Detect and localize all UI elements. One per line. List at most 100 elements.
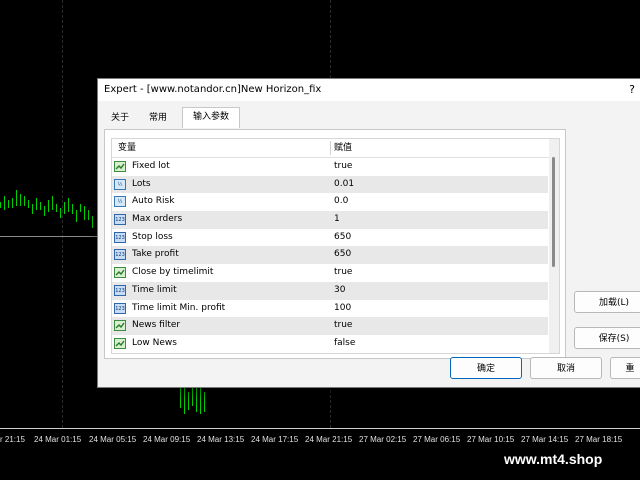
param-value[interactable]: true [334,264,352,282]
candle-bar [84,206,85,220]
candle-bar [80,204,81,212]
param-value[interactable]: 0.01 [334,176,354,194]
param-value[interactable]: true [334,317,352,335]
time-tick: 27 Mar 02:15 [359,435,407,444]
param-name: Stop loss [132,231,173,242]
param-row[interactable]: 123 Time limit 30 [112,281,548,300]
candle-bar [20,194,21,206]
param-row[interactable]: Low News false [112,335,548,353]
dialog-title: Expert - [www.notandor.cn]New Horizon_fi… [104,84,322,95]
column-value[interactable]: 赋值 [334,139,352,157]
param-value[interactable]: 650 [334,246,351,264]
candle-bar [196,388,197,412]
candle-bar [204,392,205,412]
bool-type-icon [114,161,126,172]
candle-bar [60,208,61,218]
int-type-icon: 123 [114,249,126,261]
expert-dialog: Expert - [www.notandor.cn]New Horizon_fi… [97,78,640,388]
help-icon[interactable]: ? [629,79,635,101]
candle-bar [72,204,73,214]
param-row[interactable]: 123 Stop loss 650 [112,229,548,247]
param-value[interactable]: 0.0 [334,193,348,211]
candle-bar [36,198,37,210]
param-value[interactable]: false [334,335,355,353]
param-name: Lots [132,178,151,189]
dialog-titlebar[interactable]: Expert - [www.notandor.cn]New Horizon_fi… [98,79,640,101]
param-name: Time limit [132,284,177,295]
time-tick: 24 Mar 01:15 [34,435,82,444]
candle-bar [56,204,57,212]
candle-bar [16,190,17,206]
tab-about[interactable]: 关于 [104,109,136,127]
scrollbar-thumb[interactable] [552,157,555,267]
column-divider[interactable] [330,141,331,155]
param-list[interactable]: 变量 赋值 Fixed lot true ½ Lots 0.01 ½ Auto Risk 0.… [111,138,560,354]
candle-bar [48,200,49,212]
param-value[interactable]: 1 [334,211,340,229]
param-name: News filter [132,320,181,331]
tab-common[interactable]: 常用 [142,109,174,127]
candle-bar [28,200,29,208]
grid-line [62,0,63,428]
param-row[interactable]: ½ Auto Risk 0.0 [112,193,548,211]
time-tick: 27 Mar 18:15 [575,435,623,444]
param-value[interactable]: true [334,158,352,176]
double-type-icon: ½ [114,196,126,208]
candle-bar [76,210,77,222]
param-name: Low News [132,337,177,348]
candle-bar [40,202,41,210]
param-row[interactable]: 123 Time limit Min. profit 100 [112,300,548,318]
candle-bar [68,198,69,212]
time-tick: r 21:15 [0,435,25,444]
candle-bar [180,388,181,408]
int-type-icon: 123 [114,214,126,226]
ok-button[interactable]: 确定 [450,357,522,379]
inputs-panel: 变量 赋值 Fixed lot true ½ Lots 0.01 ½ Auto Risk 0.… [104,129,566,359]
tab-inputs[interactable]: 输入参数 [182,107,240,128]
load-button[interactable]: 加载(L) [574,291,640,313]
time-tick: 24 Mar 09:15 [143,435,191,444]
reset-button[interactable]: 重 [610,357,640,379]
watermark: www.mt4.shop [496,448,640,470]
time-tick: 27 Mar 06:15 [413,435,461,444]
column-variable[interactable]: 变量 [118,139,136,157]
time-tick: 24 Mar 05:15 [89,435,137,444]
param-row[interactable]: 123 Max orders 1 [112,211,548,229]
candle-bar [184,384,185,414]
time-tick: 27 Mar 10:15 [467,435,515,444]
param-name: Max orders [132,214,183,225]
param-row[interactable]: Fixed lot true [112,158,548,176]
int-type-icon: 123 [114,284,126,296]
bool-type-icon [114,267,126,279]
param-row[interactable]: News filter true [112,317,548,335]
param-rows: Fixed lot true ½ Lots 0.01 ½ Auto Risk 0.0 123 Ma… [112,158,559,353]
double-type-icon: ½ [114,178,126,190]
bool-type-icon [114,337,126,349]
time-tick: 24 Mar 21:15 [305,435,353,444]
list-header: 变量 赋值 [112,139,559,158]
candle-bar [188,392,189,410]
param-row[interactable]: ½ Lots 0.01 [112,175,548,194]
param-value[interactable]: 100 [334,300,351,318]
candle-bar [32,204,33,214]
param-value[interactable]: 650 [334,229,351,247]
int-type-icon: 123 [114,302,126,314]
param-value[interactable]: 30 [334,282,345,300]
vertical-scrollbar[interactable] [549,139,559,353]
candle-bar [88,210,89,220]
save-button[interactable]: 保存(S) [574,327,640,349]
param-name: Close by timelimit [132,267,214,278]
param-name: Auto Risk [132,196,175,207]
param-row[interactable]: Close by timelimit true [112,264,548,282]
cancel-button[interactable]: 取消 [530,357,602,379]
param-row[interactable]: 123 Take profit 650 [112,246,548,265]
candle-bar [92,216,93,228]
candle-bar [52,196,53,210]
candle-bar [12,198,13,208]
time-tick: 24 Mar 17:15 [251,435,299,444]
time-axis: r 21:15 24 Mar 01:15 24 Mar 05:15 24 Mar… [0,428,640,449]
candle-bar [24,196,25,206]
time-tick: 27 Mar 14:15 [521,435,569,444]
bool-type-icon [114,320,126,332]
candle-bar [44,206,45,216]
